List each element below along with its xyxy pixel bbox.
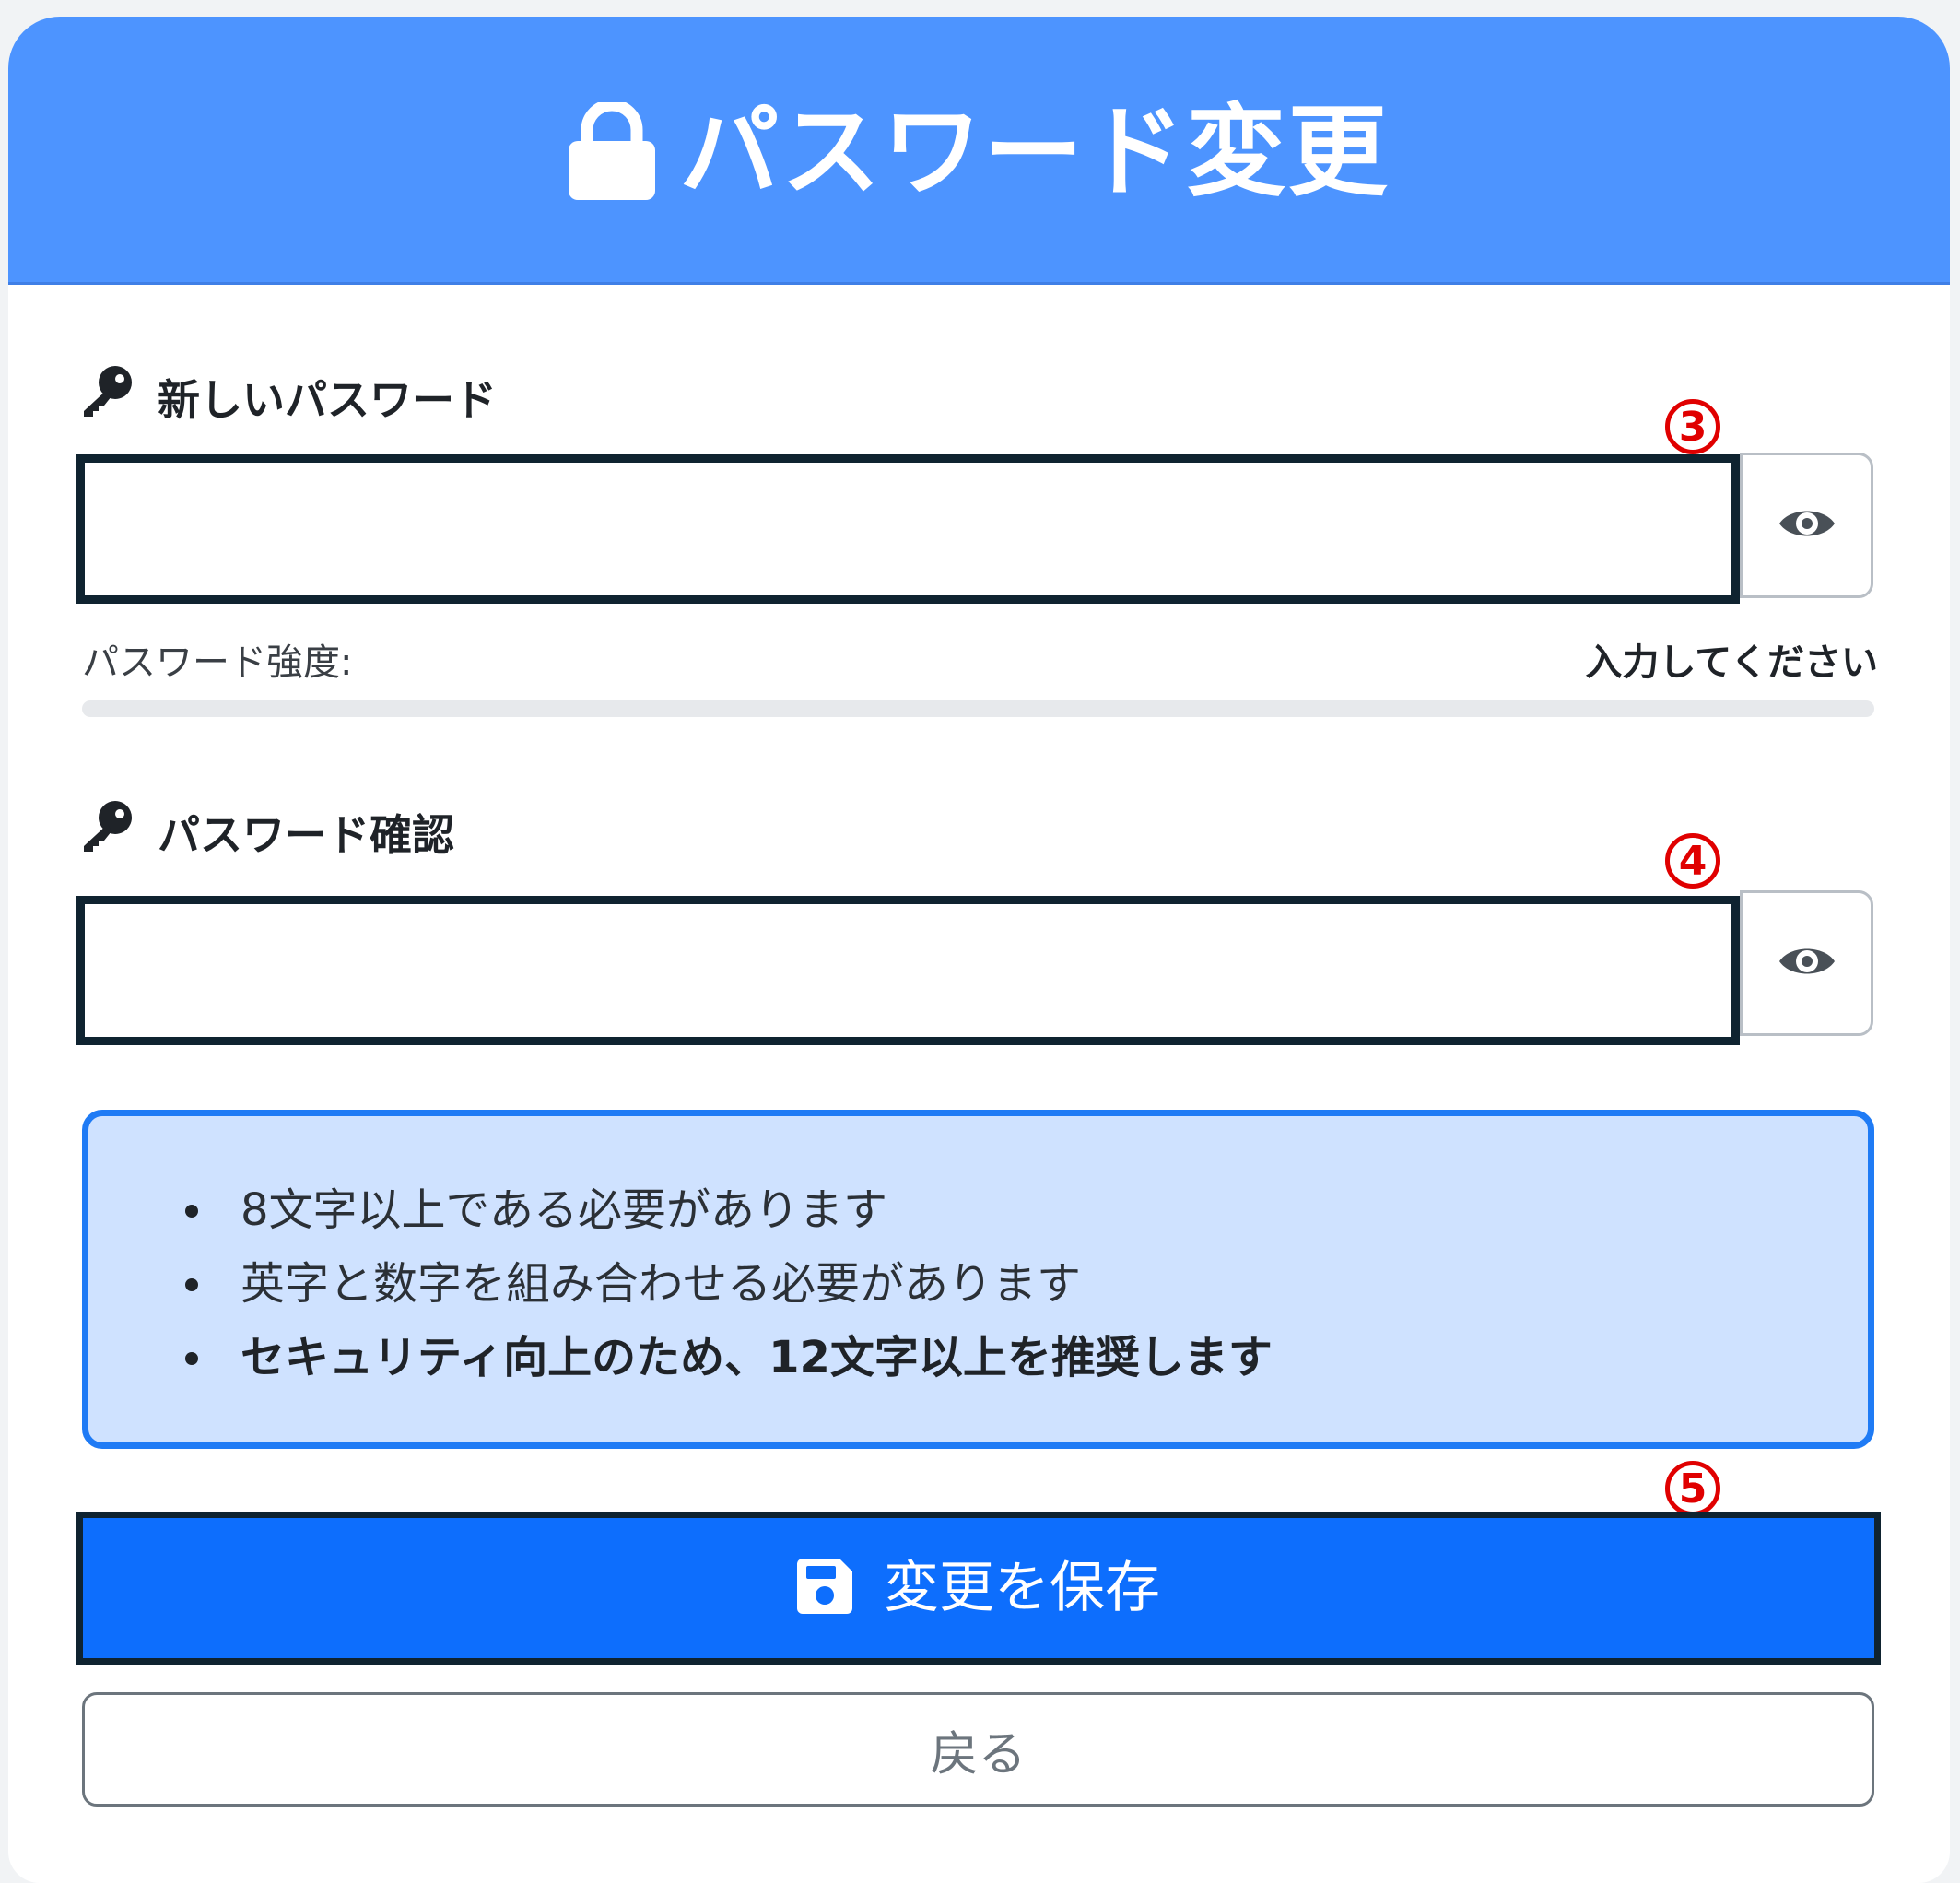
- back-button[interactable]: 戻る: [82, 1692, 1874, 1807]
- confirm-password-label: パスワード確認: [80, 800, 454, 864]
- strength-label: パスワード強度:: [82, 641, 353, 684]
- annotation-marker-5: 5: [1665, 1461, 1720, 1516]
- new-password-input[interactable]: [76, 454, 1740, 604]
- card-header: パスワード変更: [8, 17, 1950, 285]
- save-icon: [797, 1559, 852, 1618]
- toggle-confirm-password-visibility-button[interactable]: [1740, 890, 1873, 1036]
- requirement-item: 英字と数字を組み合わせる必要があります: [185, 1247, 1273, 1321]
- eye-icon: [1778, 941, 1837, 985]
- save-button-label: 変更を保存: [884, 1556, 1160, 1620]
- page-title: パスワード変更: [679, 95, 1390, 210]
- save-changes-button[interactable]: 変更を保存: [76, 1512, 1881, 1665]
- new-password-label: 新しいパスワード: [80, 365, 497, 429]
- toggle-new-password-visibility-button[interactable]: [1740, 453, 1873, 598]
- password-requirements-box: 8文字以上である必要があります 英字と数字を組み合わせる必要があります セキュリ…: [82, 1110, 1874, 1449]
- eye-icon: [1778, 503, 1837, 547]
- strength-meter: [82, 700, 1874, 717]
- annotation-marker-4: 4: [1665, 833, 1720, 889]
- annotation-marker-3: 3: [1665, 399, 1720, 454]
- password-change-card: パスワード変更 新しいパスワード 3 パスワード強度: 入力してください パスワ…: [8, 17, 1950, 1883]
- requirement-item: セキュリティ向上のため、12文字以上を推奨します: [185, 1321, 1273, 1395]
- key-icon: [80, 365, 134, 429]
- strength-status: 入力してください: [1585, 641, 1878, 684]
- header-title-group: パスワード変更: [569, 95, 1390, 210]
- requirements-list: 8文字以上である必要があります 英字と数字を組み合わせる必要があります セキュリ…: [185, 1173, 1273, 1395]
- key-icon: [80, 800, 134, 864]
- confirm-password-label-text: パスワード確認: [158, 809, 454, 860]
- confirm-password-input[interactable]: [76, 896, 1740, 1045]
- requirement-item: 8文字以上である必要があります: [185, 1173, 1273, 1247]
- new-password-label-text: 新しいパスワード: [158, 374, 497, 425]
- lock-icon: [569, 99, 656, 204]
